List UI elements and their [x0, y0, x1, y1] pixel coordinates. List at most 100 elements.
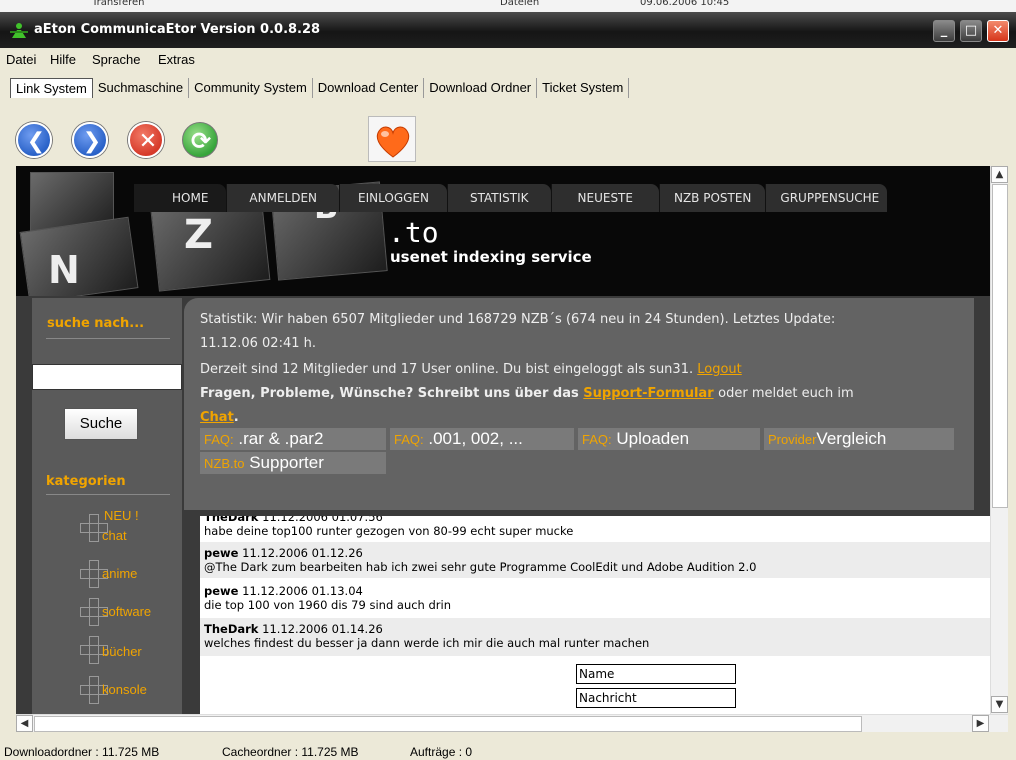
- help-prefix: Fragen, Probleme, Wünsche? Schreibt uns …: [200, 386, 579, 401]
- faq-prefix: NZB.to: [204, 456, 245, 471]
- faq-label: Supporter: [249, 453, 324, 472]
- chat-user: pewe: [204, 584, 239, 598]
- chat-name-input[interactable]: Name: [576, 664, 736, 684]
- logo-domain: .to: [388, 216, 439, 249]
- provider-vergleich[interactable]: ProviderVergleich: [764, 428, 954, 450]
- search-heading: suche nach...: [47, 316, 145, 331]
- categories-heading: kategorien: [46, 474, 126, 489]
- tab-bar: Link System Suchmaschine Community Syste…: [10, 78, 630, 100]
- chat-user: TheDark: [204, 622, 259, 636]
- support-form-link[interactable]: Support-Formular: [583, 386, 713, 401]
- horizontal-scrollbar[interactable]: ◀ ▶: [16, 714, 1008, 732]
- close-icon: ✕: [992, 23, 1004, 38]
- chat-time: 11.12.2006 01.07.56: [262, 516, 383, 524]
- status-bar: Downloadordner : 11.725 MB Cacheordner :…: [0, 742, 1016, 760]
- faq-001[interactable]: FAQ: .001, 002, ...: [390, 428, 574, 450]
- menu-bar: Datei Hilfe Sprache Extras: [0, 48, 1016, 72]
- site-nav: HOME ANMELDEN EINLOGGEN STATISTIK NEUEST…: [134, 184, 888, 212]
- chat-text: habe deine top100 runter gezogen von 80-…: [204, 524, 574, 538]
- tab-download-center[interactable]: Download Center: [313, 78, 425, 98]
- category-new[interactable]: NEU !: [104, 508, 139, 523]
- faq-label: Uploaden: [616, 429, 690, 448]
- site-header: N Z B HOME ANMELDEN EINLOGGEN STATISTIK …: [16, 166, 990, 304]
- web-view[interactable]: N Z B HOME ANMELDEN EINLOGGEN STATISTIK …: [16, 166, 990, 714]
- menu-extras[interactable]: Extras: [158, 52, 195, 67]
- faq-row-2: NZB.to Supporter: [200, 452, 390, 474]
- tab-suchmaschine[interactable]: Suchmaschine: [93, 78, 190, 98]
- tab-link-system[interactable]: Link System: [10, 78, 93, 98]
- nav-nzb-posten[interactable]: NZB POSTEN: [658, 184, 766, 212]
- faq-row-1: FAQ: .rar & .par2 FAQ: .001, 002, ... FA…: [200, 428, 958, 450]
- stats-update-text: 11.12.06 02:41 h.: [200, 336, 316, 351]
- category-buecher[interactable]: bücher: [102, 644, 142, 659]
- tab-download-ordner[interactable]: Download Ordner: [424, 78, 538, 98]
- title-bar[interactable]: aEton CommunicaEtor Version 0.0.8.28 _ □…: [0, 12, 1016, 48]
- category-konsole[interactable]: konsole: [102, 682, 147, 697]
- nav-statistik[interactable]: STATISTIK: [446, 184, 551, 212]
- online-line: Derzeit sind 12 Mitglieder und 17 User o…: [200, 362, 742, 377]
- chat-message: pewe 11.12.2006 01.12.26 @The Dark zum b…: [200, 542, 990, 578]
- scroll-thumb[interactable]: [34, 716, 862, 732]
- status-jobs: Aufträge : 0: [410, 745, 473, 759]
- forward-button[interactable]: ❯: [72, 122, 108, 158]
- category-chat[interactable]: chat: [102, 528, 127, 543]
- faq-prefix: FAQ:: [394, 432, 424, 447]
- stats-text: Statistik: Wir haben 6507 Mitglieder und…: [200, 312, 836, 327]
- faq-rar-par2[interactable]: FAQ: .rar & .par2: [200, 428, 386, 450]
- logout-link[interactable]: Logout: [697, 362, 742, 377]
- online-text: Derzeit sind 12 Mitglieder und 17 User o…: [200, 362, 694, 377]
- category-anime[interactable]: anime: [102, 566, 137, 581]
- nav-anmelden[interactable]: ANMELDEN: [226, 184, 340, 212]
- chat-message-input[interactable]: Nachricht: [576, 688, 736, 708]
- minimize-icon: _: [940, 23, 948, 38]
- search-input[interactable]: [32, 364, 182, 390]
- faq-label: .rar & .par2: [238, 429, 324, 448]
- nav-neueste[interactable]: NEUESTE: [550, 184, 659, 212]
- chat-user: pewe: [204, 546, 239, 560]
- tab-ticket-system[interactable]: Ticket System: [537, 78, 630, 98]
- maximize-button[interactable]: □: [960, 20, 982, 42]
- search-button[interactable]: Suche: [64, 408, 138, 440]
- menu-datei[interactable]: Datei: [6, 52, 36, 67]
- nav-gruppensuche[interactable]: GRUPPENSUCHE: [765, 184, 888, 212]
- chat-message: TheDark 11.12.2006 01.14.26 welches find…: [200, 618, 990, 656]
- faq-prefix: FAQ:: [204, 432, 234, 447]
- left-sidebar: suche nach... Suche kategorien NEU ! cha…: [32, 298, 182, 714]
- refresh-button[interactable]: ⟳: [182, 122, 218, 158]
- logo-tagline: usenet indexing service: [390, 248, 592, 266]
- minimize-button[interactable]: _: [933, 20, 955, 42]
- chat-message: pewe 11.12.2006 01.13.04 die top 100 von…: [200, 580, 990, 616]
- menu-sprache[interactable]: Sprache: [92, 52, 140, 67]
- scroll-up-icon[interactable]: ▲: [991, 166, 1008, 183]
- heart-icon: [376, 126, 410, 158]
- stop-button[interactable]: ✕: [128, 122, 164, 158]
- faq-uploaden[interactable]: FAQ: Uploaden: [578, 428, 760, 450]
- favorites-button[interactable]: [368, 116, 416, 162]
- scroll-down-icon[interactable]: ▼: [991, 696, 1008, 713]
- scroll-left-icon[interactable]: ◀: [16, 715, 33, 732]
- scroll-thumb[interactable]: [992, 184, 1008, 508]
- nzb-supporter[interactable]: NZB.to Supporter: [200, 452, 386, 474]
- category-software[interactable]: software: [102, 604, 151, 619]
- menu-hilfe[interactable]: Hilfe: [50, 52, 76, 67]
- vertical-scrollbar[interactable]: ▲ ▼: [990, 166, 1008, 714]
- logo-letter-z: Z: [184, 212, 214, 258]
- close-button[interactable]: ✕: [987, 20, 1009, 42]
- desktop-mid-text: Dateien: [500, 0, 540, 8]
- site-body: suche nach... Suche kategorien NEU ! cha…: [16, 296, 990, 714]
- nav-home[interactable]: HOME: [134, 184, 227, 212]
- chat-user: TheDark: [204, 516, 259, 524]
- shoutbox: TheDark 11.12.2006 01.07.56 habe deine t…: [200, 516, 990, 714]
- back-button[interactable]: ❮: [16, 122, 52, 158]
- status-cache: Cacheordner : 11.725 MB: [222, 745, 359, 759]
- chat-link[interactable]: Chat: [200, 410, 234, 425]
- stop-icon: ✕: [138, 129, 158, 154]
- back-icon: ❮: [26, 129, 46, 154]
- chat-message: TheDark 11.12.2006 01.07.56 habe deine t…: [200, 516, 990, 538]
- chat-link-line: Chat.: [200, 410, 239, 425]
- nav-einloggen[interactable]: EINLOGGEN: [339, 184, 447, 212]
- faq-prefix: Provider: [768, 432, 817, 447]
- tab-community-system[interactable]: Community System: [189, 78, 313, 98]
- chat-time: 11.12.2006 01.13.04: [242, 584, 363, 598]
- scroll-right-icon[interactable]: ▶: [972, 715, 989, 732]
